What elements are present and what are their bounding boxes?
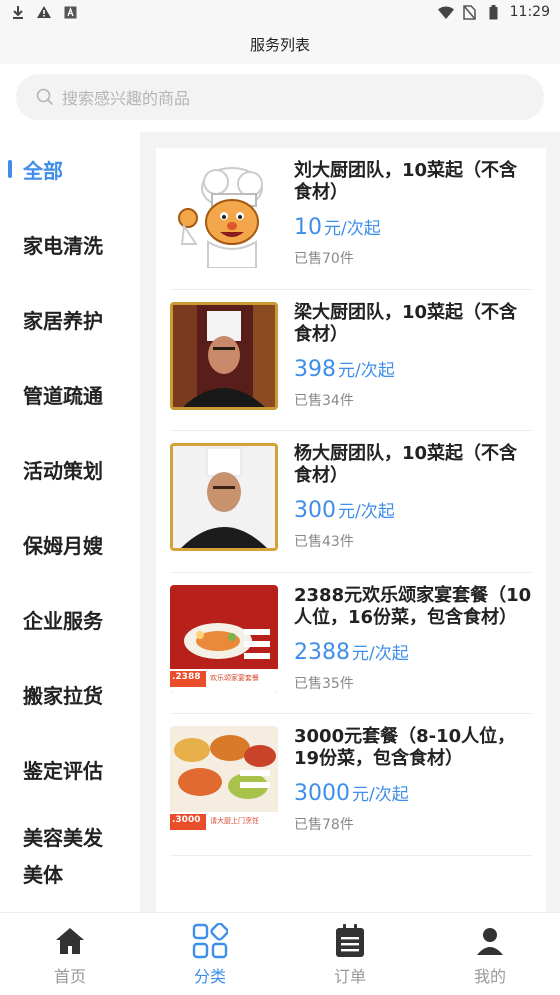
tab-profile[interactable]: 我的 xyxy=(420,913,560,995)
tab-category[interactable]: 分类 xyxy=(140,913,280,995)
product-price: 10 xyxy=(294,215,322,240)
wifi-icon xyxy=(437,4,454,20)
thumb-caption: 请大厨上门烹饪 xyxy=(210,817,259,825)
sidebar-item-enterprise-service[interactable]: 企业服务 xyxy=(0,582,140,657)
banquet-photo-image: .2388 欢乐颂家宴套餐 xyxy=(170,584,278,693)
chef-photo-image xyxy=(170,301,278,410)
thumb-caption: 欢乐颂家宴套餐 xyxy=(210,673,259,682)
no-sim-icon xyxy=(462,4,478,20)
chef-photo-image xyxy=(170,443,278,551)
thumb-price-tag: .3000 xyxy=(172,815,201,825)
sold-count: 已售70件 xyxy=(294,251,354,267)
sidebar-item-pipe-dredging[interactable]: 管道疏通 xyxy=(0,357,140,432)
banquet-photo-image: .3000 请大厨上门烹饪 xyxy=(170,726,278,834)
price-unit: 元/次起 xyxy=(338,502,395,522)
product-card[interactable]: 刘大厨团队，10菜起（不含食材） 10 元/次起 已售70件 xyxy=(170,148,532,290)
home-icon xyxy=(52,923,88,959)
sidebar-item-all[interactable]: 全部 xyxy=(0,132,140,207)
sidebar-item-appliance-cleaning[interactable]: 家电清洗 xyxy=(0,207,140,282)
product-price: 300 xyxy=(294,498,336,523)
product-price: 398 xyxy=(294,356,336,382)
product-card[interactable]: 杨大厨团队，10菜起（不含食材） 300 元/次起 已售43件 xyxy=(170,431,532,573)
product-price: 2388 xyxy=(294,639,350,665)
status-bar: 11:29 xyxy=(0,0,560,24)
product-title: 杨大厨团队，10菜起（不含食材） xyxy=(294,443,518,486)
sold-count: 已售78件 xyxy=(294,817,354,833)
sold-count: 已售34件 xyxy=(294,392,354,409)
bottom-tab-bar: 首页 分类 订单 我的 xyxy=(0,912,560,995)
tab-home[interactable]: 首页 xyxy=(0,913,140,995)
product-title: 刘大厨团队，10菜起（不含食材） xyxy=(294,160,518,203)
chef-cartoon-image xyxy=(170,160,278,268)
sidebar-item-beauty[interactable]: 美容美发美体 xyxy=(0,807,140,907)
search-bar: 搜索感兴趣的商品 xyxy=(0,64,560,132)
product-price: 3000 xyxy=(294,781,350,806)
tab-label: 我的 xyxy=(473,967,506,986)
warning-icon xyxy=(36,4,52,20)
product-title: 2388元欢乐颂家宴套餐（10人位，16份菜，包含食材） xyxy=(294,584,532,628)
price-unit: 元/次起 xyxy=(352,785,409,805)
battery-icon xyxy=(486,4,502,20)
search-input[interactable]: 搜索感兴趣的商品 xyxy=(16,74,544,120)
download-icon xyxy=(10,4,26,20)
search-placeholder: 搜索感兴趣的商品 xyxy=(62,89,191,108)
sidebar-item-home-care[interactable]: 家居养护 xyxy=(0,282,140,357)
page-header: 服务列表 xyxy=(0,24,560,64)
product-title: 3000元套餐（8-10人位，19份菜，包含食材） xyxy=(294,726,516,769)
price-unit: 元/次起 xyxy=(338,360,395,381)
sidebar-item-appraisal[interactable]: 鉴定评估 xyxy=(0,732,140,807)
price-unit: 元/次起 xyxy=(324,219,381,239)
tab-label: 分类 xyxy=(193,967,226,986)
sold-count: 已售35件 xyxy=(294,675,354,692)
product-list: 刘大厨团队，10菜起（不含食材） 10 元/次起 已售70件 梁大厨团队，10菜… xyxy=(156,148,546,912)
product-title: 梁大厨团队，10菜起（不含食材） xyxy=(294,301,518,345)
order-icon xyxy=(332,923,368,959)
product-card[interactable]: .2388 欢乐颂家宴套餐 2388元欢乐颂家宴套餐（10人位，16份菜，包含食… xyxy=(170,573,532,714)
product-card[interactable]: .3000 请大厨上门烹饪 3000元套餐（8-10人位，19份菜，包含食材） … xyxy=(170,714,532,856)
category-icon xyxy=(192,923,228,959)
sidebar-item-nanny[interactable]: 保姆月嫂 xyxy=(0,507,140,582)
page-title: 服务列表 xyxy=(249,35,310,54)
tab-orders[interactable]: 订单 xyxy=(280,913,420,995)
sidebar-item-moving[interactable]: 搬家拉货 xyxy=(0,657,140,732)
tab-label: 订单 xyxy=(333,967,366,986)
category-sidebar: 全部 家电清洗 家居养护 管道疏通 活动策划 保姆月嫂 企业服务 搬家拉货 鉴定… xyxy=(0,132,140,912)
search-icon xyxy=(36,88,54,106)
app-icon xyxy=(62,4,78,20)
tab-label: 首页 xyxy=(53,967,86,986)
profile-icon xyxy=(472,923,508,959)
sold-count: 已售43件 xyxy=(294,534,354,550)
thumb-price-tag: .2388 xyxy=(172,671,201,682)
price-unit: 元/次起 xyxy=(352,643,409,664)
status-time: 11:29 xyxy=(509,4,550,20)
sidebar-item-event-planning[interactable]: 活动策划 xyxy=(0,432,140,507)
product-card[interactable]: 梁大厨团队，10菜起（不含食材） 398 元/次起 已售34件 xyxy=(170,290,532,431)
